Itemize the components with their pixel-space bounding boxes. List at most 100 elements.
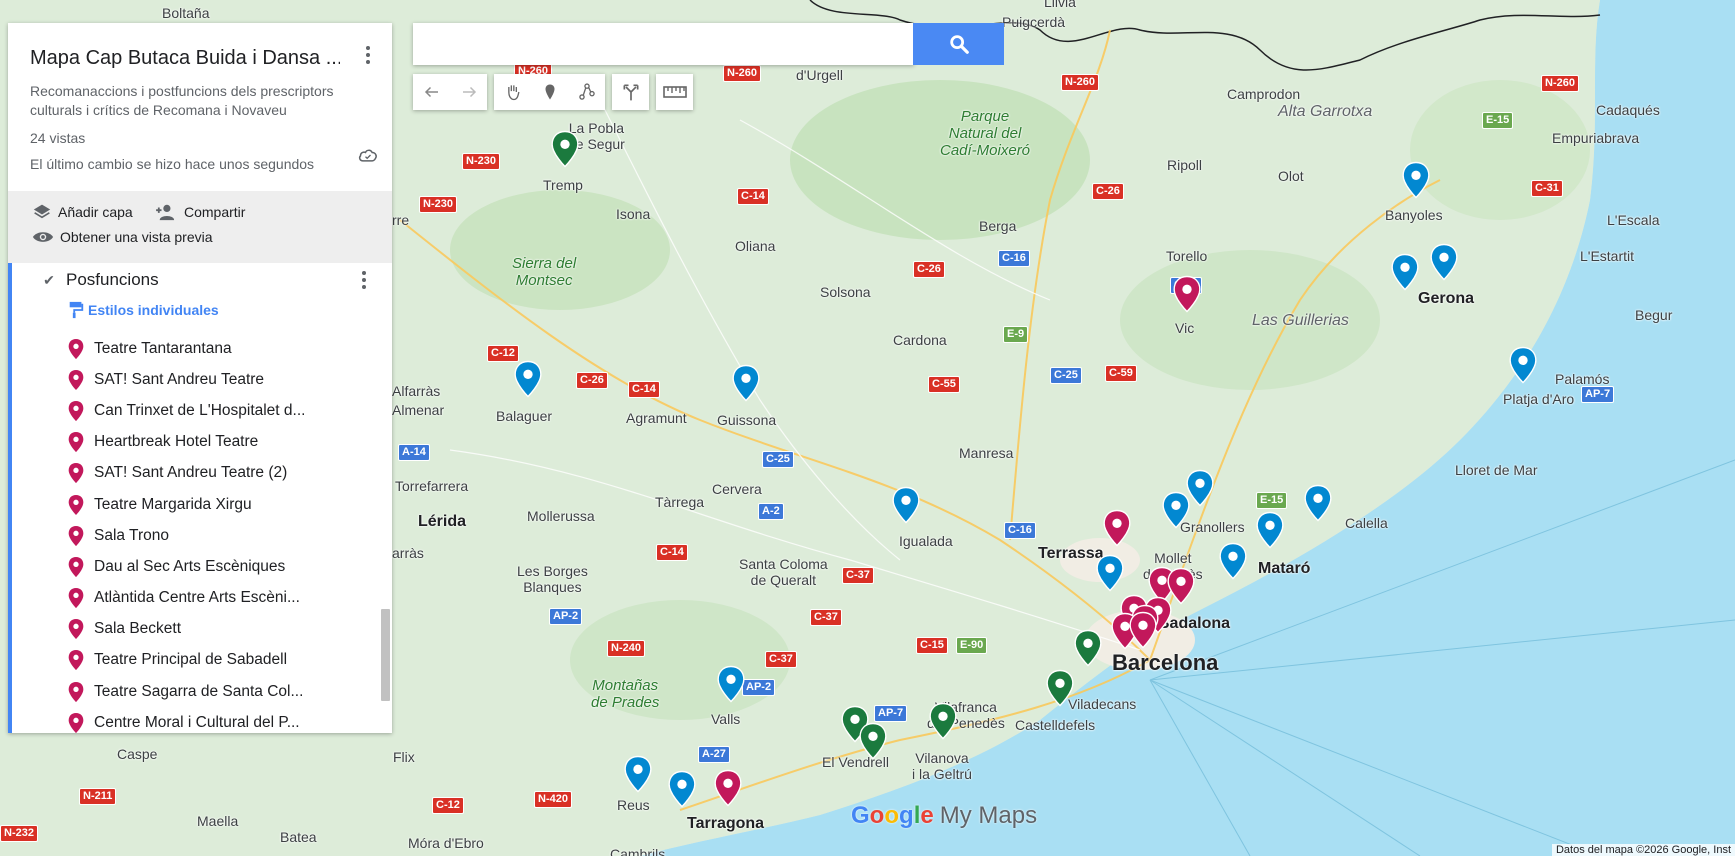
place-label: arràs bbox=[392, 545, 424, 561]
layer-options-icon[interactable] bbox=[352, 268, 376, 292]
place-label: Vic bbox=[1175, 320, 1195, 336]
map-marker[interactable] bbox=[514, 360, 542, 398]
place-label: Agramunt bbox=[626, 410, 687, 426]
add-layer-button[interactable]: Añadir capa bbox=[32, 203, 133, 221]
layer-name[interactable]: Posfuncions bbox=[66, 270, 159, 290]
search-button[interactable] bbox=[913, 23, 1004, 65]
map-marker[interactable] bbox=[1391, 253, 1419, 291]
map-marker[interactable] bbox=[1046, 669, 1074, 707]
list-item[interactable]: Teatre Principal de Sabadell bbox=[68, 645, 392, 676]
map-marker[interactable] bbox=[717, 665, 745, 703]
map-marker[interactable] bbox=[892, 486, 920, 524]
road-shield: AP-2 bbox=[549, 608, 583, 625]
list-item[interactable]: Can Trinxet de L'Hospitalet d... bbox=[68, 395, 392, 426]
road-shield: N-420 bbox=[534, 791, 572, 808]
place-label: Puigcerdà bbox=[1002, 14, 1066, 30]
map-pin-icon bbox=[68, 369, 84, 390]
place-label: Tàrrega bbox=[655, 494, 705, 510]
list-item[interactable]: SAT! Sant Andreu Teatre (2) bbox=[68, 458, 392, 489]
map-pin-icon bbox=[68, 432, 84, 453]
directions-group bbox=[612, 74, 649, 110]
layer-posfuncions: ✔ Posfuncions Estilos individuales Teatr… bbox=[8, 263, 392, 733]
list-item-label: Sala Trono bbox=[94, 526, 169, 544]
map-marker[interactable] bbox=[668, 770, 696, 808]
map-marker[interactable] bbox=[1074, 629, 1102, 667]
list-item-label: SAT! Sant Andreu Teatre bbox=[94, 370, 265, 388]
map-title[interactable]: Mapa Cap Butaca Buida i Dansa ... bbox=[30, 47, 340, 70]
road-shield: N-230 bbox=[419, 196, 457, 213]
list-item[interactable]: Atlàntida Centre Arts Escèni... bbox=[68, 583, 392, 614]
map-marker[interactable] bbox=[1173, 275, 1201, 313]
list-item[interactable]: Centre Moral i Cultural del P... bbox=[68, 707, 392, 738]
place-label: Castelldefels bbox=[1015, 717, 1096, 733]
map-marker[interactable] bbox=[1162, 491, 1190, 529]
add-layer-label: Añadir capa bbox=[58, 204, 133, 220]
marker-icon[interactable] bbox=[531, 74, 568, 110]
list-item-label: Teatre Sagarra de Santa Col... bbox=[94, 682, 304, 700]
list-item[interactable]: Teatre Tantarantana bbox=[68, 333, 392, 364]
list-item[interactable]: Sala Trono bbox=[68, 520, 392, 551]
share-button[interactable]: Compartir bbox=[154, 203, 245, 221]
map-pin-icon bbox=[1103, 509, 1131, 547]
list-item-label: Teatre Tantarantana bbox=[94, 339, 232, 357]
place-label: Flix bbox=[393, 749, 415, 765]
map-marker[interactable] bbox=[1304, 484, 1332, 522]
list-item[interactable]: SAT! Sant Andreu Teatre bbox=[68, 364, 392, 395]
place-label: Empuriabrava bbox=[1552, 130, 1640, 146]
map-marker[interactable] bbox=[1219, 542, 1247, 580]
last-change-status: El último cambio se hizo hace unos segun… bbox=[30, 156, 315, 172]
map-pin-icon bbox=[68, 556, 84, 577]
map-marker[interactable] bbox=[1096, 554, 1124, 592]
map-pin-icon bbox=[668, 770, 696, 808]
map-marker[interactable] bbox=[551, 130, 579, 168]
list-item-label: SAT! Sant Andreu Teatre (2) bbox=[94, 464, 288, 482]
park-label: Montañas de Prades bbox=[591, 677, 660, 711]
map-pin-icon bbox=[551, 130, 579, 168]
map-marker[interactable] bbox=[1186, 469, 1214, 507]
road-shield: C-37 bbox=[765, 651, 797, 668]
list-item[interactable]: Sala Beckett bbox=[68, 614, 392, 645]
list-item[interactable]: Heartbreak Hotel Teatre bbox=[68, 427, 392, 458]
map-marker[interactable] bbox=[929, 702, 957, 740]
list-item[interactable]: Dau al Sec Arts Escèniques bbox=[68, 551, 392, 582]
list-item[interactable]: Teatre Margarida Xirgu bbox=[68, 489, 392, 520]
list-item[interactable]: Teatre Sagarra de Santa Col... bbox=[68, 676, 392, 707]
place-label: Banyoles bbox=[1385, 207, 1443, 223]
directions-icon[interactable] bbox=[612, 74, 649, 110]
list-item-label: Can Trinxet de L'Hospitalet d... bbox=[94, 401, 306, 419]
map-marker[interactable] bbox=[1509, 346, 1537, 384]
map-pin-icon bbox=[68, 525, 84, 546]
map-description[interactable]: Recomanaccions i postfuncions dels presc… bbox=[30, 82, 360, 120]
undo-icon[interactable] bbox=[413, 74, 450, 110]
map-attribution[interactable]: Datos del mapa ©2026 Google, Inst bbox=[1551, 844, 1735, 856]
hand-icon[interactable] bbox=[494, 74, 531, 110]
map-pin-icon bbox=[859, 722, 887, 760]
search-input[interactable] bbox=[413, 23, 914, 65]
map-marker[interactable] bbox=[1430, 243, 1458, 281]
list-item-label: Heartbreak Hotel Teatre bbox=[94, 433, 259, 451]
map-marker[interactable] bbox=[1129, 611, 1157, 649]
layer-visibility-checkbox[interactable]: ✔ bbox=[42, 272, 56, 288]
panel-header: Mapa Cap Butaca Buida i Dansa ... Recoma… bbox=[8, 23, 392, 191]
map-marker[interactable] bbox=[624, 755, 652, 793]
road-shield: C-26 bbox=[913, 261, 945, 278]
map-marker[interactable] bbox=[732, 364, 760, 402]
road-shield: AP-7 bbox=[1581, 386, 1615, 403]
redo-icon[interactable] bbox=[450, 74, 487, 110]
ruler-icon[interactable] bbox=[656, 74, 693, 110]
place-label: Cardona bbox=[893, 332, 947, 348]
place-label: Valls bbox=[711, 711, 741, 727]
map-marker[interactable] bbox=[1256, 511, 1284, 549]
preview-button[interactable]: Obtener una vista previa bbox=[32, 229, 213, 245]
map-marker[interactable] bbox=[1103, 509, 1131, 547]
panel-scrollbar[interactable] bbox=[381, 609, 390, 701]
map-marker[interactable] bbox=[714, 769, 742, 807]
place-label: Begur bbox=[1635, 307, 1673, 323]
map-pin-icon bbox=[1304, 484, 1332, 522]
map-options-icon[interactable] bbox=[356, 43, 380, 67]
map-marker[interactable] bbox=[1402, 161, 1430, 199]
draw-line-icon[interactable] bbox=[568, 74, 605, 110]
map-marker[interactable] bbox=[859, 722, 887, 760]
list-item-label: Sala Beckett bbox=[94, 620, 182, 638]
individual-styles-link[interactable]: Estilos individuales bbox=[12, 301, 392, 319]
